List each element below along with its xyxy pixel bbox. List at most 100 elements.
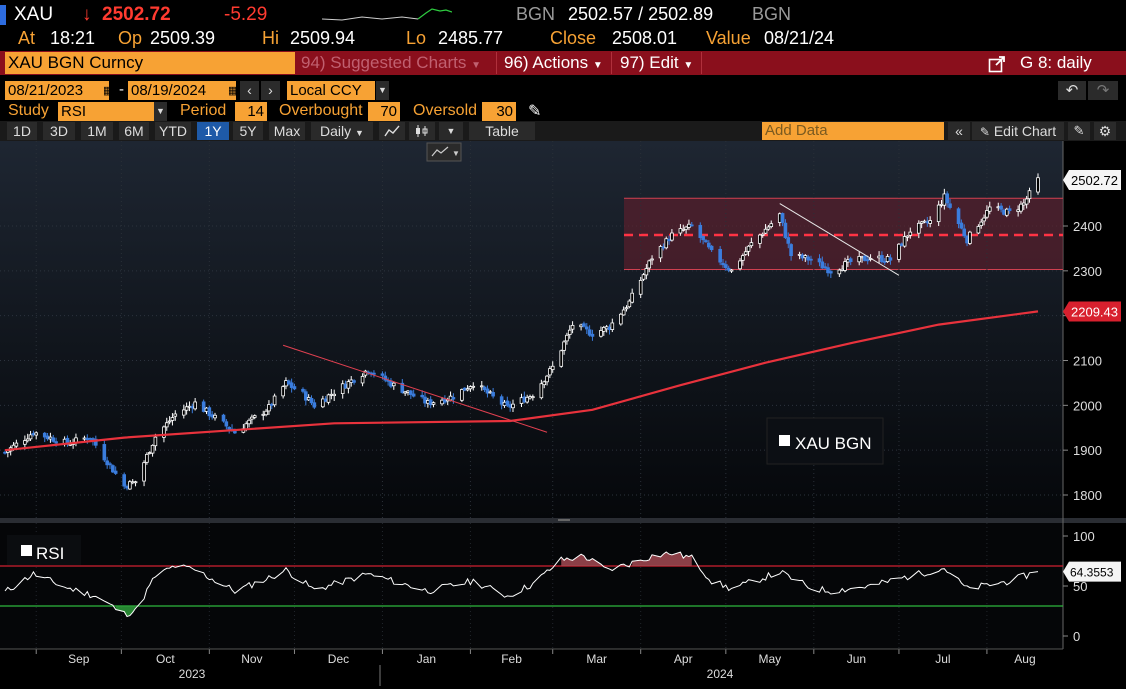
candle-body [897,243,901,260]
start-date-field[interactable]: 08/21/2023 [5,81,109,100]
oversold-field[interactable]: 30 [482,102,516,121]
security-field[interactable]: XAU BGN Curncy [5,52,295,74]
collapse-icon[interactable]: « [948,122,970,140]
candle-body [882,260,887,263]
candle-body [1007,208,1012,212]
oversold-label: Oversold [413,102,478,119]
rsi-value-tag: 64.3553 [1063,561,1121,582]
actions-menu[interactable]: 96) Actions ▼ [500,52,612,74]
at-value: 18:21 [50,28,96,48]
range-1d[interactable]: 1D [7,122,37,140]
candle [559,349,564,368]
down-arrow-icon: ↓ [82,4,92,25]
edit-menu[interactable]: 97) Edit ▼ [616,52,702,74]
range-6m[interactable]: 6M [119,122,149,140]
candle-body [647,260,652,269]
candle-body [567,329,572,335]
candle-body [704,240,708,243]
candle-body [976,226,981,234]
chevron-down-icon[interactable]: ▼ [376,81,389,100]
candle-body [184,406,189,411]
suggested-charts-menu[interactable]: 94) Suggested Charts ▼ [297,52,497,74]
candle-body [607,326,612,331]
chevron-down-icon[interactable]: ▼ [439,122,463,140]
candle-body [187,405,192,408]
pencil-icon[interactable]: ✎ [528,101,541,121]
range-5y[interactable]: 5Y [233,122,263,140]
candle-body [718,248,722,263]
calendar-icon[interactable]: ▦ [228,84,238,97]
candle-body [684,226,688,230]
candle-body [485,388,490,394]
menu-bar: XAU BGN Curncy 94) Suggested Charts ▼ 96… [0,51,1126,75]
gear-icon[interactable]: ⚙ [1094,122,1116,140]
chart-type-dropdown[interactable]: ▼ [426,142,462,162]
candle-body [525,396,529,403]
candle-body [82,437,87,440]
range-max[interactable]: Max [269,122,305,140]
candle-body [678,228,683,234]
candle-body [499,396,504,405]
candle-body [550,365,555,370]
candle-body [987,206,992,212]
popout-icon[interactable] [988,55,1006,73]
candle-body [389,380,393,387]
edit-chart-button[interactable]: ✎ Edit Chart [972,122,1064,140]
range-ytd[interactable]: YTD [155,122,191,140]
candlestick-icon[interactable] [409,122,435,140]
month-label: May [758,652,781,666]
range-3d[interactable]: 3D [43,122,75,140]
candle-body [167,420,172,423]
candle [664,236,669,250]
candle-body [809,258,813,261]
candle-body [403,391,407,394]
end-date-field[interactable]: 08/19/2024 [128,81,236,100]
divider-handle[interactable] [558,519,570,521]
sparkline-icon [322,8,452,21]
candle-body [917,222,921,234]
candle-body [658,246,663,259]
currency-select[interactable]: Local CCY [287,81,375,100]
study-select[interactable]: RSI [58,102,154,121]
candle-body [687,223,691,228]
candle-body [783,222,788,238]
rsi-value-tag-label: 64.3553 [1070,566,1114,580]
frequency-label: Daily [320,123,352,139]
redo-icon[interactable]: ↷ [1088,81,1118,100]
undo-icon[interactable]: ↶ [1058,81,1086,100]
candle-body [309,397,314,404]
prev-period-button[interactable]: ‹ [240,81,259,100]
next-period-button[interactable]: › [261,81,280,100]
candle-body [343,383,348,389]
candle-body [860,256,864,259]
legend-box[interactable]: XAU BGN [766,417,884,465]
chevron-down-icon: ▼ [452,149,460,158]
price-chart[interactable]: 1800190020002100220023002400SepOctNovDec… [0,141,1126,689]
frequency-select[interactable]: Daily ▼ [311,122,373,140]
candle-body [531,396,535,399]
candle-body [959,222,964,229]
candle [619,312,623,326]
table-button[interactable]: Table [469,122,535,140]
ask-source: BGN [752,4,792,24]
annotate-icon[interactable]: ✎ [1068,122,1090,140]
line-chart-icon[interactable] [379,122,405,140]
candle-body [304,391,308,401]
candle-body [193,401,197,410]
candle-body [502,401,507,407]
candle-body [479,385,484,388]
graph-id: G 8: daily [1020,53,1092,72]
candle-body [848,258,853,263]
candle [221,413,226,423]
overbought-field[interactable]: 70 [368,102,400,121]
add-data-input[interactable]: Add Data [762,122,944,140]
period-field[interactable]: 14 [235,102,267,121]
range-1y[interactable]: 1Y [197,122,229,140]
candle-body [1036,177,1040,193]
chevron-down-icon[interactable]: ▼ [154,102,167,121]
calendar-icon[interactable]: ▦ [103,84,113,97]
candle-body [491,392,495,397]
range-1m[interactable]: 1M [81,122,113,140]
candle-body [1016,209,1020,212]
candle-body [409,390,413,395]
